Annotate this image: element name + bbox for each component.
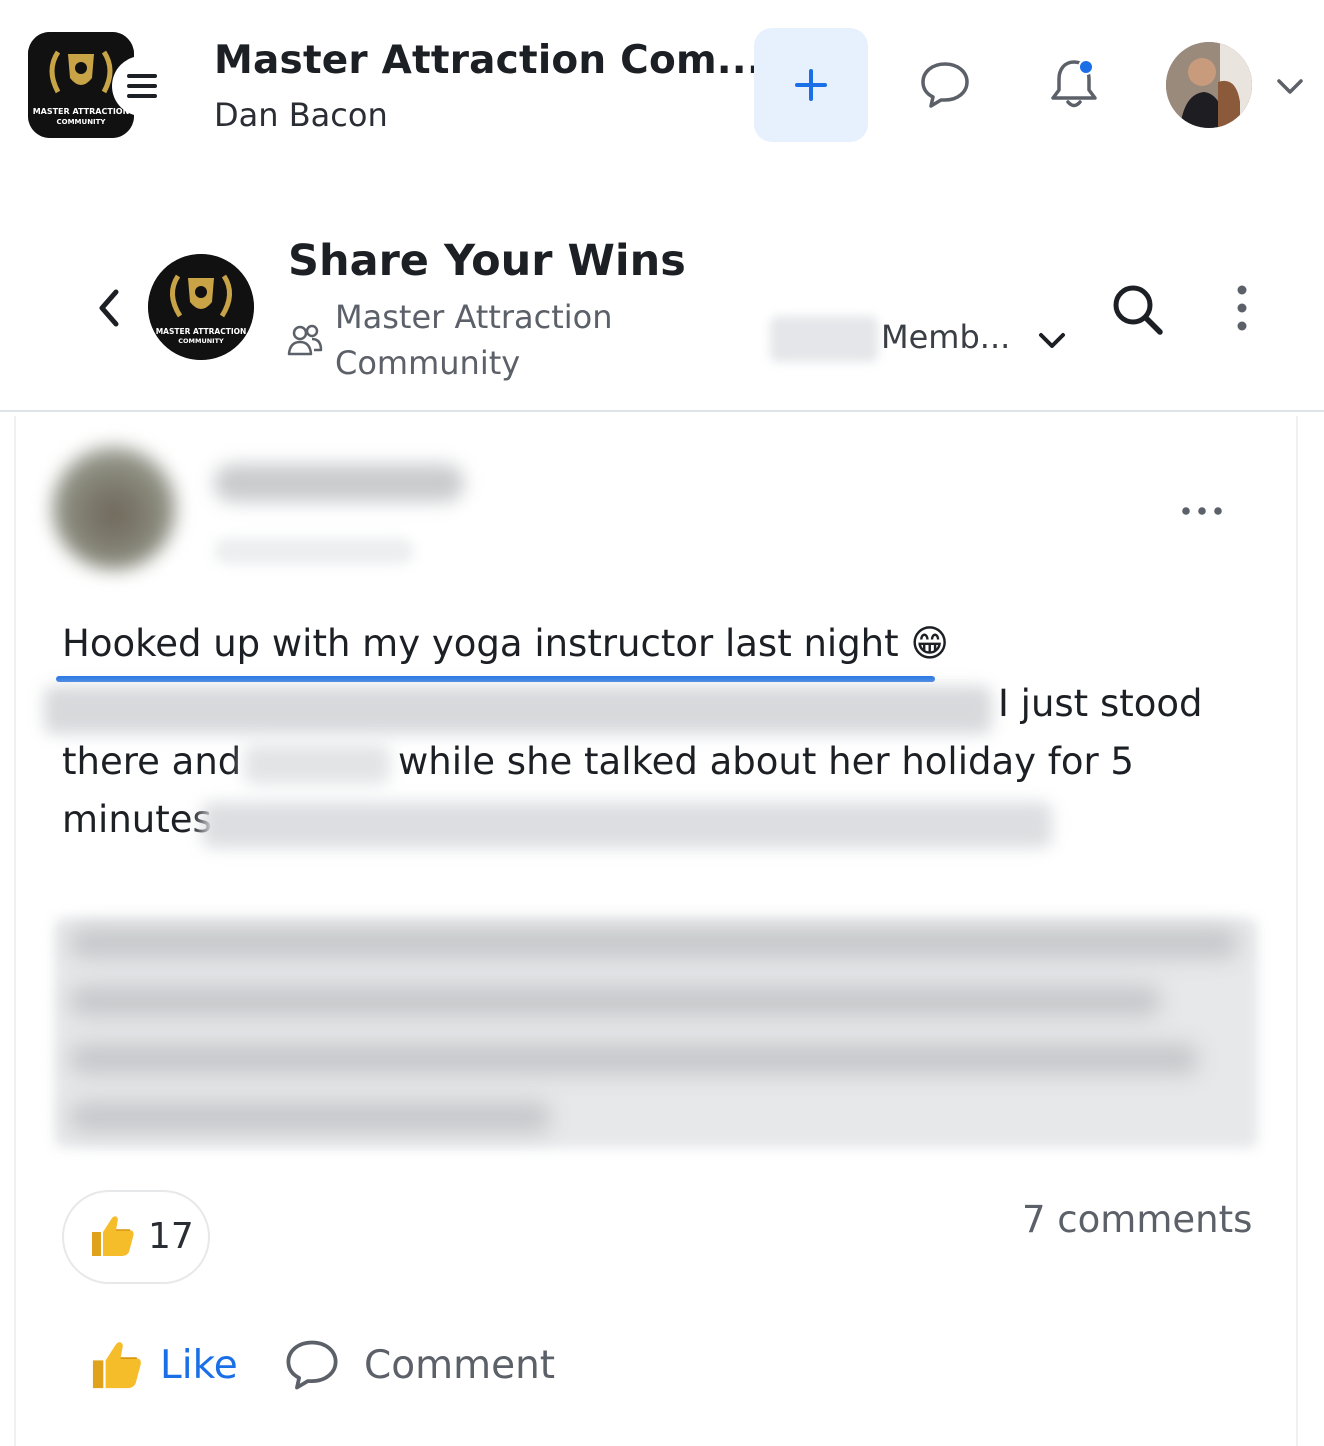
redacted-text (70, 928, 1238, 958)
chevron-down-icon (1039, 333, 1065, 348)
redacted-text (244, 744, 390, 784)
group-more-button[interactable] (1222, 282, 1262, 334)
bell-icon (1051, 59, 1097, 108)
group-community-link[interactable]: Master Attraction Community (335, 294, 655, 386)
like-label: Like (160, 1342, 238, 1388)
membership-dropdown[interactable] (1034, 322, 1070, 358)
thumbs-up-icon (92, 1342, 141, 1389)
redacted-member-count (770, 316, 878, 362)
search-icon (1113, 285, 1163, 335)
comment-label: Comment (364, 1342, 556, 1388)
comment-button[interactable]: Comment (282, 1330, 555, 1400)
post-title-text: Hooked up with my yoga instructor last n… (62, 622, 899, 665)
laurel-shield-icon: MASTER ATTRACTION COMMUNITY (148, 254, 254, 360)
account-menu-chevron[interactable] (1272, 68, 1308, 104)
more-horizontal-icon (1182, 507, 1222, 515)
redacted-author-name[interactable] (214, 464, 464, 502)
header-divider (0, 410, 1324, 412)
app-subtitle: Dan Bacon (214, 96, 388, 134)
search-button[interactable] (1108, 280, 1166, 338)
menu-button[interactable] (112, 56, 172, 116)
people-icon (286, 322, 324, 358)
chat-bubble-icon (286, 1340, 338, 1390)
redacted-text (44, 686, 992, 734)
chevron-down-icon (1277, 79, 1303, 94)
svg-text:COMMUNITY: COMMUNITY (178, 337, 224, 345)
svg-text:MASTER ATTRACTION: MASTER ATTRACTION (33, 107, 130, 116)
post-body-line: there and (62, 740, 242, 783)
svg-text:MASTER ATTRACTION: MASTER ATTRACTION (156, 327, 247, 336)
post-more-button[interactable] (1176, 496, 1228, 526)
chat-bubble-icon (921, 62, 969, 108)
title-underline (56, 676, 935, 682)
redacted-text (202, 802, 1052, 848)
back-button[interactable] (88, 282, 132, 334)
redacted-text (70, 1102, 550, 1132)
messages-button[interactable] (918, 58, 972, 112)
redacted-text (70, 1044, 1198, 1074)
app-title: Master Attraction Com... (214, 38, 762, 83)
hamburger-icon (127, 74, 157, 98)
reaction-count: 17 (148, 1216, 194, 1257)
redacted-text (70, 986, 1160, 1016)
group-logo: MASTER ATTRACTION COMMUNITY (148, 254, 254, 360)
post-title: Hooked up with my yoga instructor last n… (62, 622, 949, 665)
group-title: Share Your Wins (288, 236, 686, 286)
post-author-avatar[interactable] (52, 446, 176, 570)
like-button[interactable]: Like (86, 1330, 238, 1400)
membership-status[interactable]: Memb... (881, 318, 1010, 356)
avatar-photo (1166, 42, 1252, 128)
plus-icon (795, 69, 827, 101)
notifications-button[interactable] (1044, 54, 1104, 114)
post-body-line: while she talked about her holiday for 5 (398, 740, 1134, 783)
comments-count-link[interactable]: 7 comments (1022, 1198, 1252, 1241)
redacted-post-date (214, 538, 414, 564)
post-body-line: minutes (62, 798, 212, 841)
thumbs-up-icon (86, 1210, 138, 1262)
user-avatar[interactable] (1166, 42, 1252, 128)
grin-emoji: 😁 (910, 622, 949, 665)
svg-text:COMMUNITY: COMMUNITY (56, 118, 106, 126)
kebab-icon (1237, 285, 1247, 331)
post-body-line: I just stood (998, 682, 1203, 725)
chevron-left-icon (99, 289, 119, 327)
create-button[interactable] (754, 28, 868, 142)
